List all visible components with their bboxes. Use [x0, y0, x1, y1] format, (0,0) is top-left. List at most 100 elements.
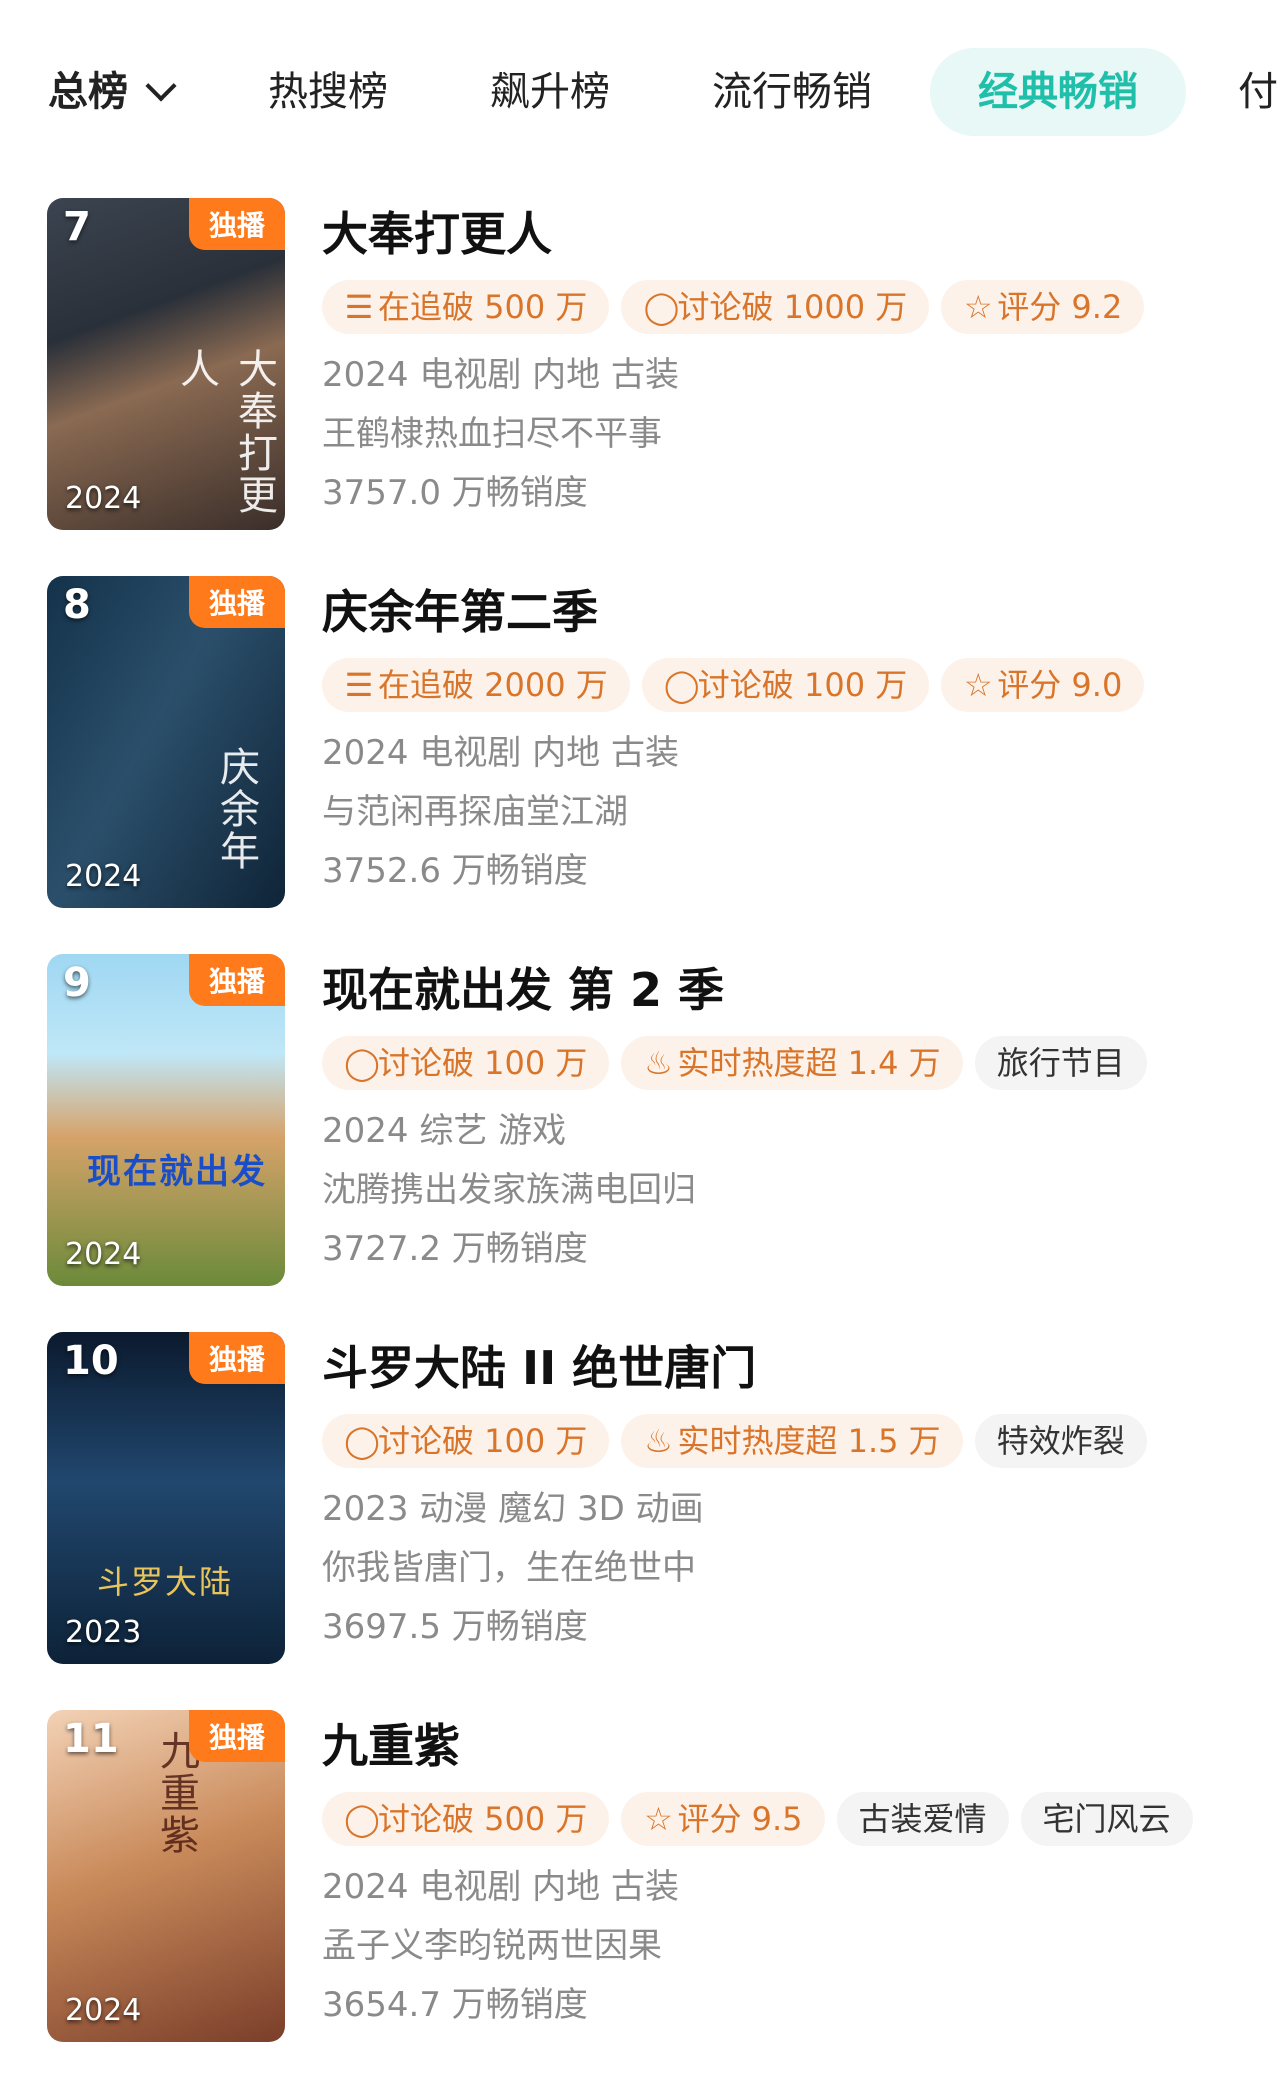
tab-label: 总榜: [48, 69, 128, 115]
tag-chip: ☰ 在追破 500 万: [322, 280, 610, 334]
exclusive-badge: 独播: [188, 954, 285, 1006]
tag-row: ☰ 在追破 500 万 ◯讨论破 1000 万 ☆ 评分 9.2: [322, 280, 1262, 336]
tagline: 沈腾携出发家族满电回归: [322, 1170, 696, 1210]
poster-title-text: 现在就出发: [87, 1152, 267, 1192]
tag-text: 讨论破 100 万: [697, 666, 908, 704]
genre-tag: 宅门风云: [1020, 1792, 1193, 1846]
poster-image[interactable]: 庆余年 8 独播 2024: [47, 576, 285, 908]
flame-icon: ♨: [644, 1044, 673, 1082]
genre-tag: 古装爱情: [836, 1792, 1009, 1846]
genre-line: 2024 电视剧 内地 古装: [322, 733, 679, 773]
exclusive-badge: 独播: [188, 1332, 285, 1384]
poster-title-text: 大奉打更人: [173, 348, 277, 516]
chevron-down-icon: [145, 70, 177, 102]
poster-image[interactable]: 现在就出发 9 独播 2024: [47, 954, 285, 1286]
list-icon: ☰: [344, 666, 374, 704]
tag-chip: ☰ 在追破 2000 万: [322, 658, 630, 712]
ranking-tab-bar: 总榜 热搜榜 飙升榜 流行畅销 经典畅销 付: [0, 48, 1280, 136]
tag-chip: ♨ 实时热度超 1.5 万: [621, 1414, 963, 1468]
tag-chip: ♨ 实时热度超 1.4 万: [621, 1036, 963, 1090]
list-icon: ☰: [344, 288, 374, 326]
sales-index: 3757.0 万畅销度: [322, 473, 588, 513]
show-title[interactable]: 大奉打更人: [322, 202, 1262, 266]
poster-year: 2024: [65, 1237, 142, 1272]
tab-rising[interactable]: 飙升榜: [490, 48, 610, 136]
show-title[interactable]: 现在就出发 第 2 季: [322, 958, 1262, 1022]
genre-line: 2023 动漫 魔幻 3D 动画: [322, 1489, 704, 1529]
sales-index: 3654.7 万畅销度: [322, 1985, 588, 2025]
rank-number: 10: [63, 1338, 119, 1384]
tab-overall[interactable]: 总榜: [48, 48, 177, 136]
genre-tag: 特效炸裂: [974, 1414, 1147, 1468]
poster-image[interactable]: 大奉打更人 7 独播 2024: [47, 198, 285, 530]
tag-text: 评分 9.2: [997, 288, 1123, 326]
tag-chip: ◯讨论破 1000 万: [621, 280, 930, 334]
tag-text: 讨论破 100 万: [378, 1044, 588, 1082]
tab-paid[interactable]: 付: [1238, 48, 1278, 136]
poster-year: 2024: [65, 859, 142, 894]
show-title[interactable]: 斗罗大陆 II 绝世唐门: [322, 1336, 1262, 1400]
list-item[interactable]: 现在就出发 9 独播 2024 现在就出发 第 2 季 ◯讨论破 100 万 ♨ 实…: [0, 954, 1280, 1332]
flame-icon: ♨: [644, 1422, 673, 1460]
rank-number: 9: [63, 960, 91, 1006]
genre-line: 2024 电视剧 内地 古装: [322, 1867, 679, 1907]
star-icon: ☆: [963, 666, 993, 704]
list-item[interactable]: 九重紫 11 独播 2024 九重紫 ◯讨论破 500 万 ☆ 评分 9.5 古装爱情…: [0, 1710, 1280, 2088]
tag-chip: ☆ 评分 9.5: [621, 1792, 825, 1846]
tag-text: 实时热度超 1.4 万: [677, 1044, 941, 1082]
exclusive-badge: 独播: [188, 198, 285, 250]
tag-row: ☰ 在追破 2000 万 ◯讨论破 100 万 ☆ 评分 9.0: [322, 658, 1262, 714]
tag-chip: ◯讨论破 100 万: [641, 658, 930, 712]
list-item[interactable]: 斗罗大陆 10 独播 2023 斗罗大陆 II 绝世唐门 ◯讨论破 100 万 ♨…: [0, 1332, 1280, 1710]
sales-index: 3752.6 万畅销度: [322, 851, 588, 891]
tag-text: 评分 9.5: [677, 1800, 803, 1838]
tag-chip: ◯讨论破 500 万: [322, 1792, 610, 1846]
comment-icon: ◯: [344, 1800, 380, 1838]
tag-text: 在追破 2000 万: [378, 666, 608, 704]
tag-text: 评分 9.0: [997, 666, 1123, 704]
show-title[interactable]: 庆余年第二季: [322, 580, 1262, 644]
comment-icon: ◯: [643, 288, 680, 326]
tab-classic-bestseller[interactable]: 经典畅销: [930, 48, 1186, 136]
genre-line: 2024 综艺 游戏: [322, 1111, 567, 1151]
rank-number: 11: [63, 1716, 119, 1762]
poster-image[interactable]: 斗罗大陆 10 独播 2023: [47, 1332, 285, 1664]
sales-index: 3697.5 万畅销度: [322, 1607, 588, 1647]
tagline: 你我皆唐门，生在绝世中: [322, 1548, 696, 1588]
genre-line: 2024 电视剧 内地 古装: [322, 355, 679, 395]
poster-year: 2024: [65, 481, 142, 516]
show-title[interactable]: 九重紫: [322, 1714, 1262, 1778]
tagline: 王鹤棣热血扫尽不平事: [322, 414, 662, 454]
poster-year: 2024: [65, 1993, 142, 2028]
comment-icon: ◯: [663, 666, 700, 704]
comment-icon: ◯: [344, 1044, 380, 1082]
list-item[interactable]: 大奉打更人 7 独播 2024 大奉打更人 ☰ 在追破 500 万 ◯讨论破 100…: [0, 198, 1280, 576]
tag-text: 实时热度超 1.5 万: [677, 1422, 941, 1460]
comment-icon: ◯: [344, 1422, 380, 1460]
tag-row: ◯讨论破 500 万 ☆ 评分 9.5 古装爱情 宅门风云: [322, 1792, 1262, 1848]
tag-chip: ◯讨论破 100 万: [322, 1036, 610, 1090]
rank-number: 7: [63, 204, 91, 250]
list-item[interactable]: 庆余年 8 独播 2024 庆余年第二季 ☰ 在追破 2000 万 ◯讨论破 100…: [0, 576, 1280, 954]
tagline: 与范闲再探庙堂江湖: [322, 792, 628, 832]
tag-chip: ☆ 评分 9.0: [941, 658, 1145, 712]
tab-popular-bestseller[interactable]: 流行畅销: [712, 48, 872, 136]
poster-title-text: 庆余年: [213, 746, 259, 872]
tagline: 孟子义李昀锐两世因果: [322, 1926, 662, 1966]
exclusive-badge: 独播: [188, 1710, 285, 1762]
tag-text: 在追破 500 万: [378, 288, 588, 326]
tag-chip: ◯讨论破 100 万: [322, 1414, 610, 1468]
tag-text: 讨论破 1000 万: [677, 288, 908, 326]
poster-image[interactable]: 九重紫 11 独播 2024: [47, 1710, 285, 2042]
tag-row: ◯讨论破 100 万 ♨ 实时热度超 1.4 万旅行节目: [322, 1036, 1262, 1092]
tag-chip: ☆ 评分 9.2: [941, 280, 1145, 334]
tag-text: 讨论破 500 万: [378, 1800, 588, 1838]
genre-tag: 旅行节目: [974, 1036, 1147, 1090]
star-icon: ☆: [963, 288, 993, 326]
poster-year: 2023: [65, 1615, 142, 1650]
sales-index: 3727.2 万畅销度: [322, 1229, 588, 1269]
ranking-list: 大奉打更人 7 独播 2024 大奉打更人 ☰ 在追破 500 万 ◯讨论破 100…: [0, 198, 1280, 2088]
tab-hot-search[interactable]: 热搜榜: [268, 48, 388, 136]
poster-title-text: 斗罗大陆: [97, 1563, 234, 1601]
tag-row: ◯讨论破 100 万 ♨ 实时热度超 1.5 万特效炸裂: [322, 1414, 1262, 1470]
